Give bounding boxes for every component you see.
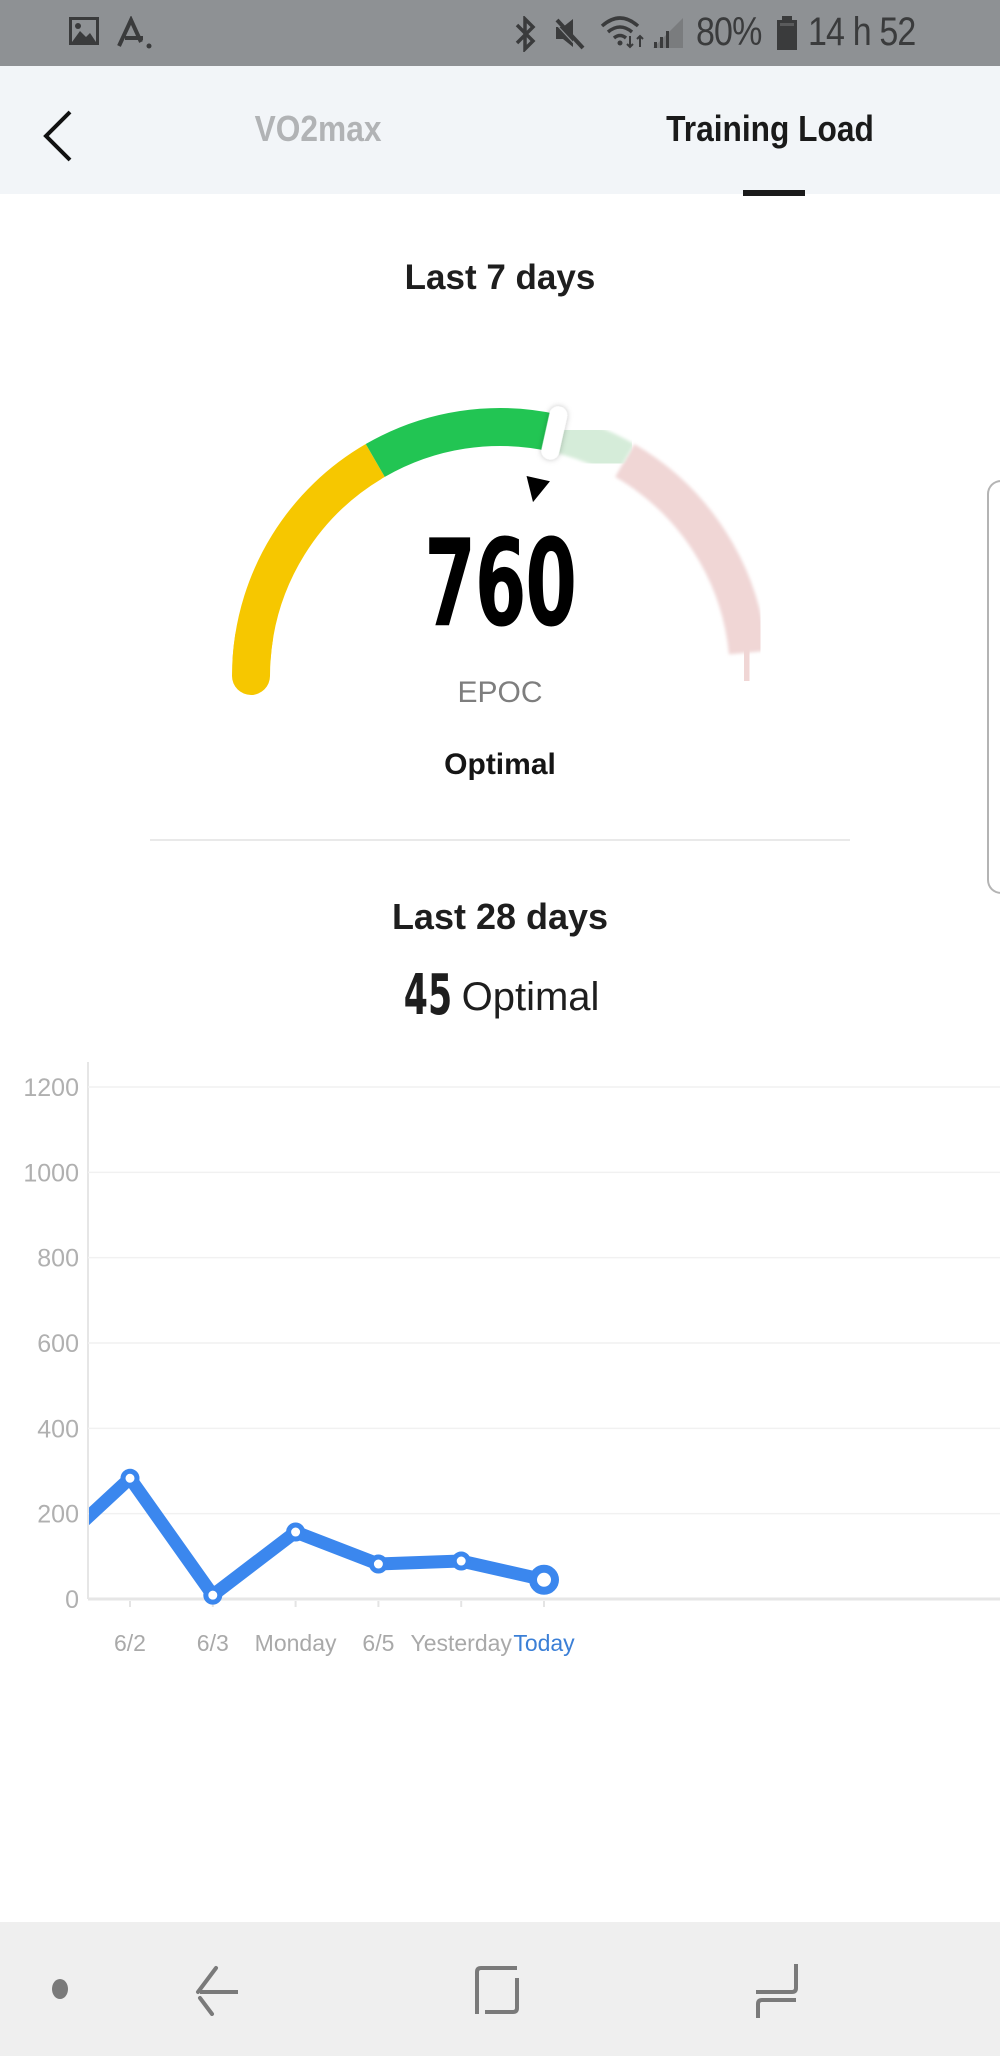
data-point[interactable]	[368, 1554, 388, 1574]
gallery-icon	[69, 17, 99, 45]
y-tick-label: 800	[37, 1245, 79, 1273]
gauge-zone-optimal-upper	[549, 414, 635, 478]
x-tick-label: Today	[513, 1630, 575, 1656]
last-28-days-summary: 45 Optimal	[0, 963, 1000, 1028]
a-notification-icon	[117, 16, 152, 49]
y-tick-label: 400	[37, 1415, 79, 1443]
epoc-value: 760	[424, 515, 577, 654]
gauge-pointer-icon	[526, 476, 550, 503]
battery-percentage: 80%	[696, 10, 762, 54]
mute-icon	[553, 18, 585, 50]
edge-panel-handle[interactable]	[987, 480, 1000, 894]
data-point[interactable]	[451, 1551, 471, 1571]
back-chevron-icon[interactable]	[40, 108, 76, 164]
last-7-days-status: Optimal	[444, 748, 556, 781]
x-tick-label: Yesterday	[410, 1630, 512, 1656]
x-tick-label: 6/5	[362, 1630, 394, 1656]
last-28-days-value: 45	[403, 963, 452, 1028]
y-tick-label: 1000	[23, 1159, 79, 1187]
back-icon[interactable]	[192, 1964, 244, 2016]
app-header: VO2max Training Load	[0, 66, 1000, 196]
data-point[interactable]	[120, 1468, 140, 1488]
tab-training-load[interactable]: Training Load	[666, 108, 874, 150]
epoc-label: EPOC	[457, 676, 543, 709]
tab-vo2max[interactable]: VO2max	[255, 108, 382, 150]
signal-icon	[653, 18, 683, 48]
data-point-today[interactable]	[529, 1564, 559, 1595]
x-tick-label: 6/2	[114, 1630, 146, 1656]
data-point[interactable]	[286, 1522, 306, 1542]
recents-icon[interactable]	[754, 1962, 806, 2018]
y-tick-label: 200	[37, 1501, 79, 1529]
last-28-days-status: Optimal	[461, 975, 600, 1019]
x-tick-label: Monday	[255, 1630, 337, 1656]
data-point[interactable]	[203, 1585, 223, 1605]
navigation-bar	[0, 1922, 1000, 2056]
y-tick-label: 600	[37, 1330, 79, 1358]
clock: 14 h 52	[808, 10, 916, 54]
home-icon[interactable]	[473, 1964, 525, 2016]
bluetooth-icon	[515, 16, 536, 52]
y-tick-label: 1200	[23, 1074, 79, 1102]
x-tick-label: 6/3	[197, 1630, 229, 1656]
active-tab-indicator	[743, 190, 805, 196]
gauge-zone-optimal	[365, 408, 559, 478]
last-7-days-title: Last 7 days	[404, 258, 596, 297]
y-tick-label: 0	[65, 1586, 79, 1614]
wifi-icon	[600, 16, 644, 49]
battery-icon	[777, 16, 797, 50]
status-bar: 80% 14 h 52	[0, 0, 1000, 66]
section-divider	[150, 839, 850, 841]
dot-icon[interactable]	[50, 1978, 70, 2000]
training-load-chart[interactable]: 0 200 400 600 800 1000 1200 6/2 6/3 Monday 6/5 Yes…	[0, 1040, 1000, 1680]
last-28-days-title: Last 28 days	[391, 896, 609, 937]
